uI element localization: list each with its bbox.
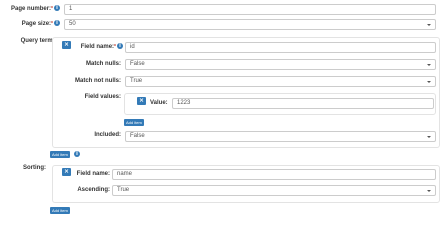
page-number-label-text: Page number:: [11, 6, 52, 12]
remove-query-term-button[interactable]: ×: [62, 41, 71, 49]
info-icon[interactable]: i: [117, 43, 123, 49]
info-icon[interactable]: i: [54, 20, 60, 26]
ascending-selected: True: [117, 187, 130, 193]
page-size-selected: 50: [69, 21, 76, 27]
field-name-label-text: Field name:: [80, 44, 115, 50]
value-label: Value:: [150, 100, 168, 106]
match-not-nulls-label: Match not nulls:: [75, 78, 121, 84]
ascending-label: Ascending:: [77, 187, 110, 193]
match-not-nulls-selected: True: [130, 78, 143, 84]
required-mark: *: [114, 44, 116, 50]
page-size-label-text: Page size:: [21, 21, 52, 27]
caret-down-icon: [427, 190, 431, 192]
x-icon: ×: [138, 97, 145, 104]
ascending-select[interactable]: True: [112, 185, 436, 196]
sorting-field-name-input[interactable]: name: [112, 169, 436, 180]
page-size-select[interactable]: 50: [64, 19, 436, 30]
match-not-nulls-select[interactable]: True: [125, 76, 436, 87]
match-nulls-label: Match nulls:: [85, 61, 121, 67]
field-values-label: Field values:: [84, 94, 121, 100]
page-number-label: Page number:* i: [0, 5, 60, 13]
add-query-term-button[interactable]: Add item: [50, 151, 70, 158]
remove-field-value-button[interactable]: ×: [137, 97, 146, 105]
x-icon: ×: [63, 168, 70, 175]
field-value-input[interactable]: 1223: [172, 98, 434, 109]
required-mark: *: [51, 6, 53, 12]
info-icon[interactable]: i: [54, 5, 60, 11]
caret-down-icon: [427, 64, 431, 66]
sorting-field-name-label: Field name:: [76, 171, 110, 177]
add-field-value-button[interactable]: Add item: [124, 119, 144, 126]
required-mark: *: [51, 21, 53, 27]
included-label: Included:: [94, 132, 121, 138]
field-name-label: Field name:* i: [74, 43, 123, 51]
match-nulls-selected: False: [130, 61, 145, 67]
info-icon[interactable]: i: [74, 151, 80, 157]
page-size-label: Page size:* i: [0, 20, 60, 28]
field-name-input[interactable]: id: [125, 42, 436, 53]
included-selected: False: [130, 133, 145, 139]
page-number-input[interactable]: 1: [64, 4, 436, 15]
caret-down-icon: [427, 81, 431, 83]
add-sorting-button[interactable]: Add item: [50, 207, 70, 214]
query-terms-label: Query terms:: [20, 38, 58, 44]
remove-sorting-button[interactable]: ×: [62, 168, 71, 176]
caret-down-icon: [427, 136, 431, 138]
caret-down-icon: [427, 24, 431, 26]
sorting-label: Sorting:: [23, 165, 46, 171]
match-nulls-select[interactable]: False: [125, 59, 436, 70]
x-icon: ×: [63, 41, 70, 48]
included-select[interactable]: False: [125, 131, 436, 142]
